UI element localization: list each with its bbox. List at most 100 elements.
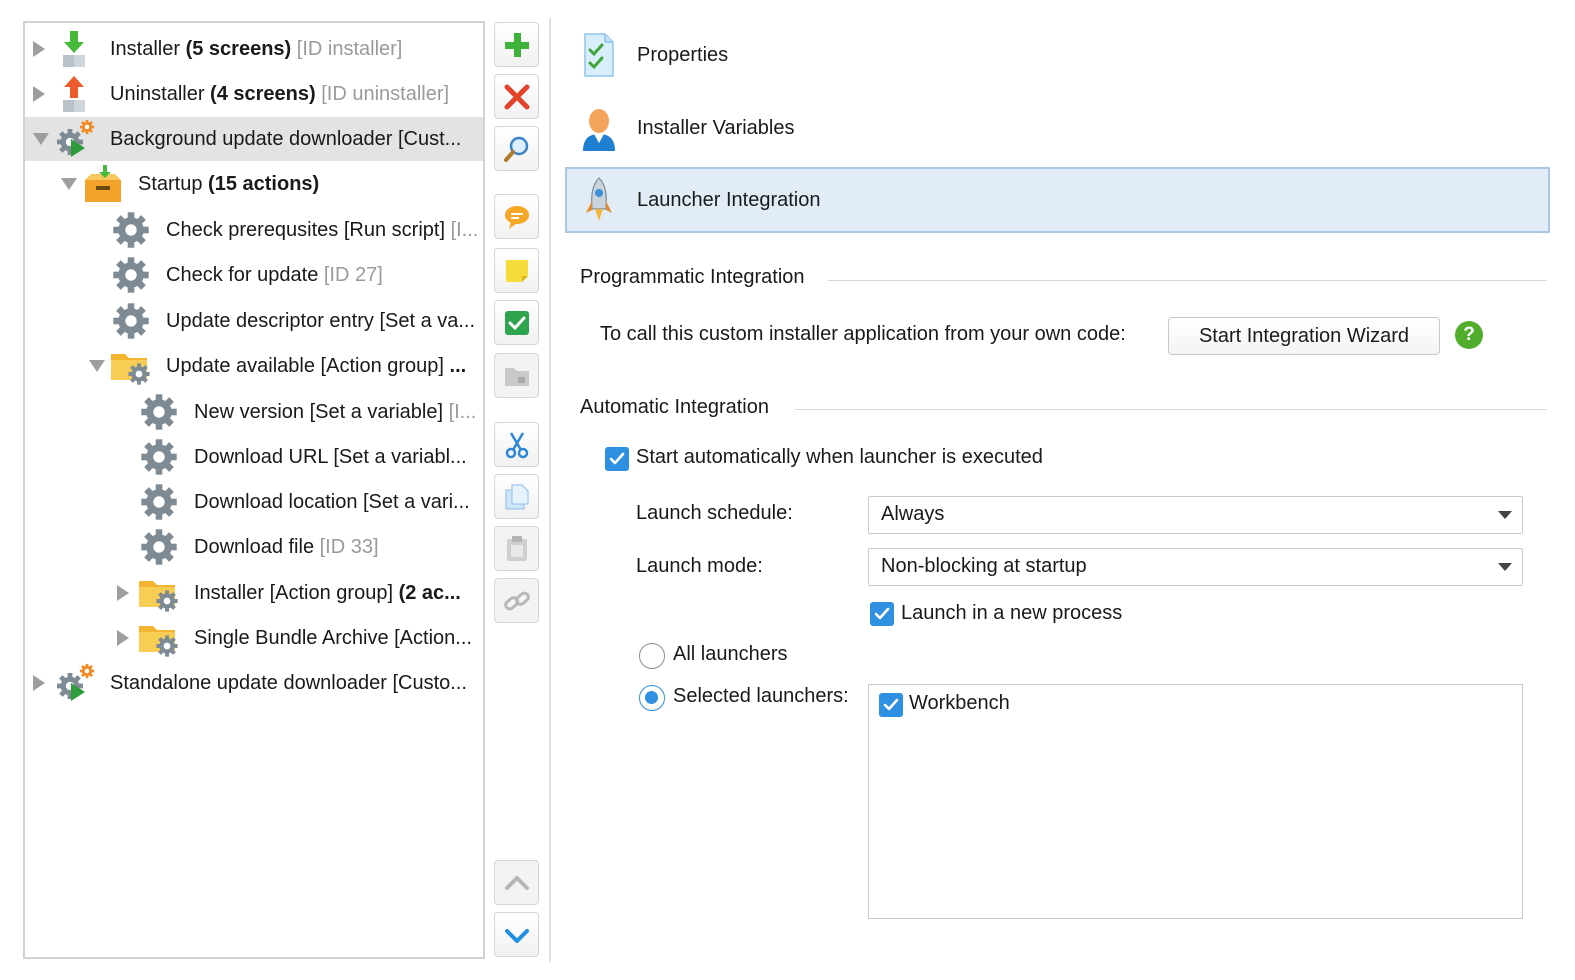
tree-row[interactable]: Download location [Set a vari... bbox=[25, 480, 483, 524]
tree-row[interactable]: Installer [Action group] (2 ac... bbox=[25, 571, 483, 615]
tree-row[interactable]: New version [Set a variable] [I... bbox=[25, 390, 483, 434]
properties-checklist-icon bbox=[579, 30, 619, 80]
tree-row[interactable]: Download file [ID 33] bbox=[25, 525, 483, 569]
nav-item-launcher-integration[interactable]: Launcher Integration bbox=[565, 167, 1550, 233]
search-button[interactable] bbox=[494, 126, 539, 171]
expand-arrow-icon[interactable] bbox=[117, 585, 133, 601]
launcher-list[interactable]: Workbench bbox=[868, 684, 1523, 919]
action-group-folder-icon bbox=[109, 346, 153, 386]
expand-arrow-icon[interactable] bbox=[117, 630, 133, 646]
tree-row-label-part: Background update downloader [Cust... bbox=[110, 128, 462, 150]
nav-item-properties[interactable]: Properties bbox=[565, 22, 1550, 88]
checkmark-icon bbox=[609, 452, 625, 465]
delete-button[interactable] bbox=[494, 74, 539, 119]
checkmark-icon bbox=[874, 607, 890, 620]
tree-row-label-part: Update available [Action group] bbox=[166, 355, 450, 377]
tree-row-label-part: Check for update bbox=[166, 264, 324, 286]
expand-arrow-icon[interactable] bbox=[33, 41, 49, 57]
all-launchers-label[interactable]: All launchers bbox=[673, 643, 788, 666]
tree-row[interactable]: Update available [Action group] ... bbox=[25, 344, 483, 388]
paste-button[interactable] bbox=[494, 526, 539, 571]
tree-row-label-part: Download location [Set a vari... bbox=[194, 491, 470, 513]
launch-mode-value: Non-blocking at startup bbox=[881, 555, 1087, 577]
move-up-button[interactable] bbox=[494, 860, 539, 905]
tree-row-label-part: (2 ac... bbox=[398, 582, 461, 604]
new-process-label[interactable]: Launch in a new process bbox=[901, 602, 1122, 625]
sticky-note-icon bbox=[502, 256, 532, 286]
expand-arrow-icon[interactable] bbox=[33, 675, 49, 691]
tree-row-label-part: (4 screens) bbox=[210, 83, 316, 105]
tree-row[interactable]: Download URL [Set a variabl... bbox=[25, 435, 483, 479]
tree-row-label: Download URL [Set a variabl... bbox=[194, 435, 483, 479]
rocket-icon bbox=[579, 175, 619, 225]
tree-row[interactable]: Background update downloader [Cust... bbox=[25, 117, 483, 161]
move-down-button[interactable] bbox=[494, 912, 539, 957]
tree-row-label: Installer [Action group] (2 ac... bbox=[194, 571, 483, 615]
uninstaller-arrow-up-icon bbox=[53, 74, 97, 114]
collapse-arrow-icon[interactable] bbox=[89, 358, 105, 374]
tree-row-label-part: ... bbox=[449, 355, 467, 377]
launcher-checkbox[interactable] bbox=[879, 693, 903, 717]
action-group-folder-icon bbox=[137, 618, 181, 658]
tree-row-label-part: [I... bbox=[448, 401, 477, 423]
chevron-down-icon bbox=[502, 920, 532, 950]
launch-schedule-select[interactable]: Always bbox=[868, 496, 1523, 534]
action-group-folder-icon bbox=[137, 573, 181, 613]
tree-row-label-part: Installer bbox=[110, 38, 186, 60]
tree-row-label-part: New version [Set a variable] bbox=[194, 401, 449, 423]
selected-launchers-label[interactable]: Selected launchers: bbox=[673, 685, 849, 708]
speech-bubble-icon bbox=[502, 202, 532, 232]
add-button[interactable] bbox=[494, 22, 539, 67]
selected-launchers-radio[interactable] bbox=[639, 685, 665, 711]
tree-row-label-part: Single Bundle Archive [Action... bbox=[194, 627, 472, 649]
nav-item-installer-variables[interactable]: Installer Variables bbox=[565, 95, 1550, 161]
check-button[interactable] bbox=[494, 300, 539, 345]
x-icon bbox=[502, 82, 532, 112]
group-button[interactable] bbox=[494, 353, 539, 398]
tree-row[interactable]: Single Bundle Archive [Action... bbox=[25, 616, 483, 660]
tree-row[interactable]: Check prerequsites [Run script] [I... bbox=[25, 208, 483, 252]
tree-row[interactable]: Uninstaller (4 screens) [ID uninstaller] bbox=[25, 72, 483, 116]
expand-arrow-icon[interactable] bbox=[33, 86, 49, 102]
tree-row-label: Standalone update downloader [Custo... bbox=[110, 661, 483, 705]
action-gear-icon bbox=[109, 301, 153, 341]
tree-row-label: Check prerequsites [Run script] [I... bbox=[166, 208, 483, 252]
comment-button[interactable] bbox=[494, 194, 539, 239]
action-gear-icon bbox=[109, 255, 153, 295]
start-automatically-checkbox[interactable] bbox=[605, 447, 629, 471]
clipboard-icon bbox=[502, 534, 532, 564]
tree-row[interactable]: Installer (5 screens) [ID installer] bbox=[25, 27, 483, 71]
tree-row[interactable]: Standalone update downloader [Custo... bbox=[25, 661, 483, 705]
tree-row-label-part: Update descriptor entry [Set a va... bbox=[166, 310, 476, 332]
all-launchers-radio[interactable] bbox=[639, 643, 665, 669]
note-button[interactable] bbox=[494, 248, 539, 293]
installer-tree[interactable]: Installer (5 screens) [ID installer] Unin… bbox=[23, 21, 485, 959]
programmatic-description: To call this custom installer applicatio… bbox=[600, 323, 1126, 345]
copy-icon bbox=[502, 482, 532, 512]
new-process-checkbox[interactable] bbox=[870, 602, 894, 626]
tree-row-label: Background update downloader [Cust... bbox=[110, 117, 483, 161]
link-button[interactable] bbox=[494, 578, 539, 623]
custom-application-gear-icon bbox=[53, 119, 97, 159]
folder-icon bbox=[502, 361, 532, 391]
tree-row[interactable]: Check for update [ID 27] bbox=[25, 253, 483, 297]
tree-toolbar bbox=[492, 0, 542, 980]
tree-row[interactable]: Update descriptor entry [Set a va... bbox=[25, 299, 483, 343]
user-variables-icon bbox=[579, 103, 619, 153]
help-icon[interactable]: ? bbox=[1455, 321, 1483, 349]
nav-label-properties: Properties bbox=[637, 43, 729, 66]
launcher-list-item[interactable]: Workbench bbox=[877, 691, 1477, 719]
tree-row-label: Update available [Action group] ... bbox=[166, 344, 483, 388]
cut-button[interactable] bbox=[494, 422, 539, 467]
copy-button[interactable] bbox=[494, 474, 539, 519]
collapse-arrow-icon[interactable] bbox=[33, 131, 49, 147]
checkmark-icon bbox=[883, 698, 899, 711]
launch-mode-select[interactable]: Non-blocking at startup bbox=[868, 548, 1523, 586]
tree-row-label-part: (15 actions) bbox=[208, 173, 320, 195]
collapse-arrow-icon[interactable] bbox=[61, 176, 77, 192]
tree-row-label-part: [ID 27] bbox=[323, 264, 383, 286]
start-integration-wizard-button[interactable]: Start Integration Wizard bbox=[1168, 317, 1440, 355]
tree-row[interactable]: Startup (15 actions) bbox=[25, 162, 483, 206]
magnifier-icon bbox=[502, 134, 532, 164]
start-automatically-label[interactable]: Start automatically when launcher is exe… bbox=[636, 446, 1043, 469]
